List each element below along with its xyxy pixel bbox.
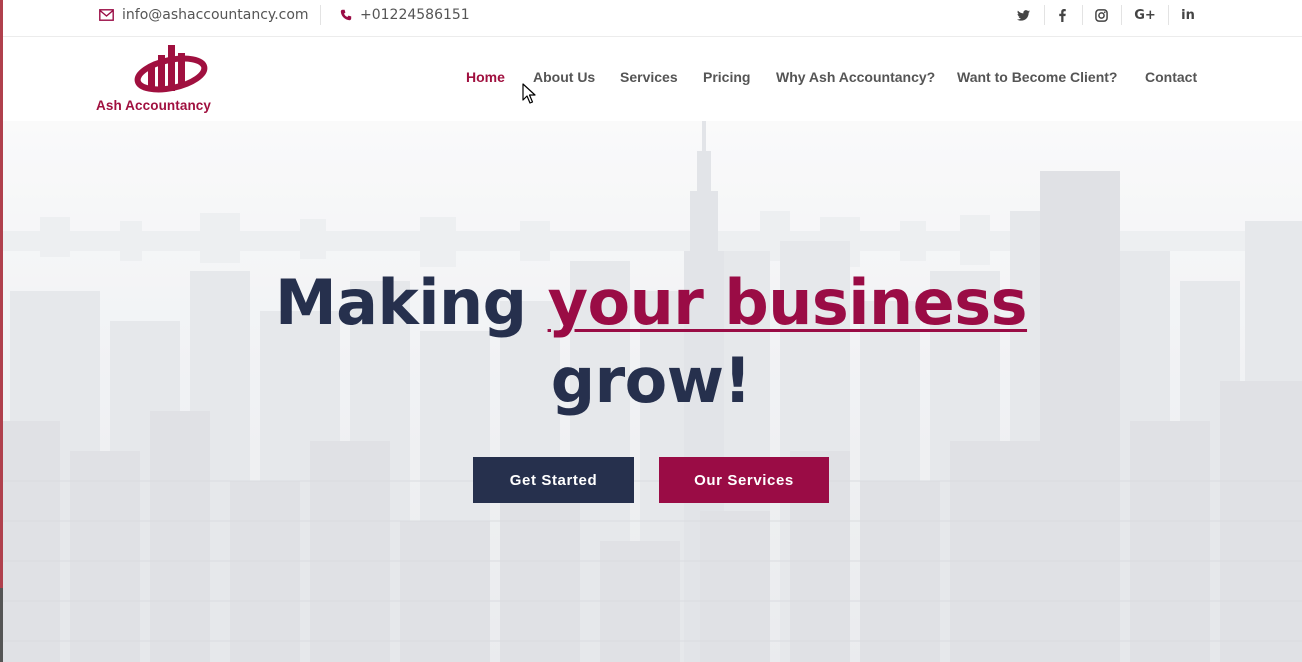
phone-link[interactable]: +01224586151 [340, 0, 470, 30]
building-logo-icon [134, 45, 208, 93]
nav-become-client[interactable]: Want to Become Client? [957, 69, 1118, 85]
headline-start: Making [274, 266, 548, 339]
get-started-button[interactable]: Get Started [473, 457, 634, 503]
headline-end: grow! [550, 344, 752, 417]
google-plus-icon: G+ [1134, 7, 1156, 23]
nav-services[interactable]: Services [620, 69, 678, 85]
email-text: info@ashaccountancy.com [122, 7, 309, 23]
email-link[interactable]: info@ashaccountancy.com [99, 0, 309, 30]
facebook-link[interactable] [1043, 0, 1081, 30]
nav-about-us[interactable]: About Us [533, 69, 595, 85]
headline-accent: your business [547, 266, 1028, 339]
instagram-icon [1094, 8, 1108, 22]
window-left-edge [0, 0, 3, 588]
nav-why-ash-accountancy[interactable]: Why Ash Accountancy? [776, 69, 935, 85]
instagram-link[interactable] [1082, 0, 1120, 30]
brand-name: Ash Accountancy [96, 98, 212, 113]
site-header: Ash Accountancy Home About Us Services P… [0, 37, 1302, 121]
nav-pricing[interactable]: Pricing [703, 69, 750, 85]
phone-icon [340, 9, 352, 21]
hero-headline: Making your business [0, 272, 1302, 334]
nav-home[interactable]: Home [466, 69, 505, 85]
topbar-divider [1121, 5, 1122, 25]
twitter-icon [1016, 9, 1030, 21]
phone-text: +01224586151 [360, 7, 470, 23]
mouse-cursor-icon [522, 83, 536, 104]
our-services-button[interactable]: Our Services [659, 457, 829, 503]
facebook-icon [1058, 8, 1066, 22]
linkedin-link[interactable]: in [1169, 0, 1207, 30]
nav-contact[interactable]: Contact [1145, 69, 1197, 85]
twitter-link[interactable] [1004, 0, 1042, 30]
topbar-divider [320, 5, 321, 25]
envelope-icon [99, 9, 114, 21]
linkedin-icon: in [1181, 7, 1195, 23]
google-plus-link[interactable]: G+ [1126, 0, 1164, 30]
window-left-edge-bottom [0, 588, 3, 662]
brand-logo[interactable]: Ash Accountancy [96, 41, 248, 115]
top-contact-bar: info@ashaccountancy.com +01224586151 G+ … [0, 0, 1302, 37]
hero-section: Making your business grow! Get Started O… [0, 121, 1302, 662]
